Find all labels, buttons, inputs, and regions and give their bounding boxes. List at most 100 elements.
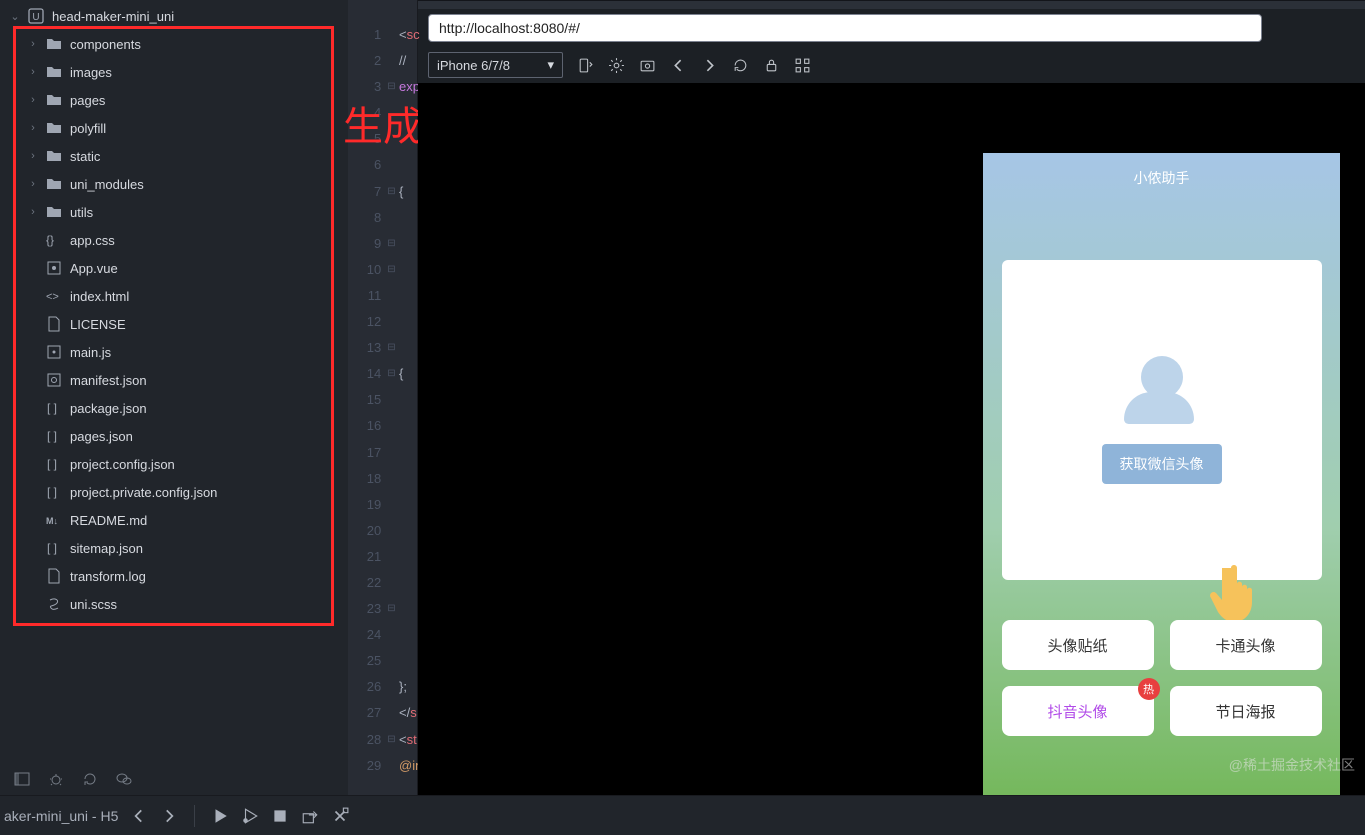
svg-text:U: U [32,12,39,23]
code-editor: 1234567891011121314151617181920212223242… [348,0,418,795]
get-wechat-avatar-button[interactable]: 获取微信头像 [1102,444,1222,484]
file-label: sitemap.json [70,541,143,556]
folder-components[interactable]: › components [0,30,348,58]
file-label: manifest.json [70,373,147,388]
file-file-icon [46,568,62,584]
app-title: 小侬助手 [1134,168,1190,188]
folder-icon [46,64,62,80]
screenshot-icon[interactable] [639,57,656,74]
file-tree: ⌄ U head-maker-mini_uni › components › i… [0,0,348,765]
stop-all-icon[interactable] [331,807,349,825]
export-icon[interactable] [301,807,319,825]
folder-static[interactable]: › static [0,142,348,170]
file-transform.log[interactable]: transform.log [0,562,348,590]
debug-play-icon[interactable] [241,807,259,825]
json-file-icon: [ ] [46,484,62,500]
file-label: project.private.config.json [70,485,217,500]
folder-icon [46,176,62,192]
folder-label: utils [70,205,93,220]
project-root[interactable]: ⌄ U head-maker-mini_uni [0,2,348,30]
file-sitemap.json[interactable]: [ ] sitemap.json [0,534,348,562]
file-pages.json[interactable]: [ ] pages.json [0,422,348,450]
file-label: transform.log [70,569,146,584]
watermark-text: @稀土掘金技术社区 [1229,755,1355,775]
chevron-right-icon: › [28,206,38,218]
device-select-label: iPhone 6/7/8 [437,58,510,73]
svg-text:<>: <> [46,291,59,303]
next-icon[interactable] [160,807,178,825]
project-icon: U [28,8,44,24]
file-label: app.css [70,233,115,248]
file-package.json[interactable]: [ ] package.json [0,394,348,422]
file-file-icon [46,316,62,332]
file-project.private.config.json[interactable]: [ ] project.private.config.json [0,478,348,506]
file-label: README.md [70,513,147,528]
stop-icon[interactable] [271,807,289,825]
run-config-label[interactable]: aker-mini_uni - H5 [4,808,118,824]
folder-polyfill[interactable]: › polyfill [0,114,348,142]
folder-label: pages [70,93,105,108]
js-file-icon [46,344,62,360]
folder-images[interactable]: › images [0,58,348,86]
file-App.vue[interactable]: App.vue [0,254,348,282]
pointing-hand-icon [1207,560,1277,625]
avatar-card: 获取微信头像 [1002,260,1322,580]
css-file-icon: {} [46,232,62,248]
feature-button[interactable]: 抖音头像 [1002,686,1154,736]
folder-icon [46,92,62,108]
json-file-icon: [ ] [46,540,62,556]
forward-icon[interactable] [701,57,718,74]
svg-text:{}: {} [46,233,54,247]
file-app.css[interactable]: {} app.css [0,226,348,254]
project-name: head-maker-mini_uni [52,9,174,24]
chevron-right-icon: › [28,122,38,134]
svg-text:[ ]: [ ] [47,457,57,471]
refresh-icon[interactable] [82,771,98,790]
feature-button[interactable]: 头像贴纸 [1002,620,1154,670]
folder-label: components [70,37,141,52]
play-icon[interactable] [211,807,229,825]
file-LICENSE[interactable]: LICENSE [0,310,348,338]
file-uni.scss[interactable]: uni.scss [0,590,348,618]
url-input[interactable] [428,14,1262,42]
reload-icon[interactable] [732,57,749,74]
grid-icon[interactable] [794,57,811,74]
file-label: package.json [70,401,147,416]
file-manifest.json[interactable]: manifest.json [0,366,348,394]
status-bar: aker-mini_uni - H5 [0,795,1365,835]
svg-text:[ ]: [ ] [47,401,57,415]
feature-button[interactable]: 节日海报 [1170,686,1322,736]
feature-grid: 头像贴纸卡通头像抖音头像节日海报 [1002,620,1322,736]
chevron-right-icon: › [28,150,38,162]
back-icon[interactable] [670,57,687,74]
file-project.config.json[interactable]: [ ] project.config.json [0,450,348,478]
file-README.md[interactable]: M↓ README.md [0,506,348,534]
file-label: index.html [70,289,129,304]
chevron-down-icon: ⌄ [10,10,20,23]
svg-text:[ ]: [ ] [47,485,57,499]
rotate-icon[interactable] [577,57,594,74]
preview-tab-strip [418,1,1365,9]
json-file-icon: [ ] [46,456,62,472]
folder-uni_modules[interactable]: › uni_modules [0,170,348,198]
gear-icon[interactable] [608,57,625,74]
sidebar-bottom-toolbar [0,765,348,795]
svg-text:M↓: M↓ [46,516,58,526]
wechat-icon[interactable] [116,771,132,790]
vue-file-icon [46,260,62,276]
device-select[interactable]: iPhone 6/7/8 ▾ [428,52,563,78]
panel-icon[interactable] [14,771,30,790]
file-label: project.config.json [70,457,175,472]
bug-icon[interactable] [48,771,64,790]
phone-frame: 小侬助手 获取微信头像 头像贴纸卡通头像抖音头像节日海报 [983,153,1340,795]
chevron-right-icon: › [28,94,38,106]
prev-icon[interactable] [130,807,148,825]
preview-panel: iPhone 6/7/8 ▾ 小侬助手 获取微信头像 [418,0,1365,795]
file-main.js[interactable]: main.js [0,338,348,366]
folder-pages[interactable]: › pages [0,86,348,114]
folder-utils[interactable]: › utils [0,198,348,226]
feature-button[interactable]: 卡通头像 [1170,620,1322,670]
lock-icon[interactable] [763,57,780,74]
file-index.html[interactable]: <> index.html [0,282,348,310]
svg-text:[ ]: [ ] [47,429,57,443]
